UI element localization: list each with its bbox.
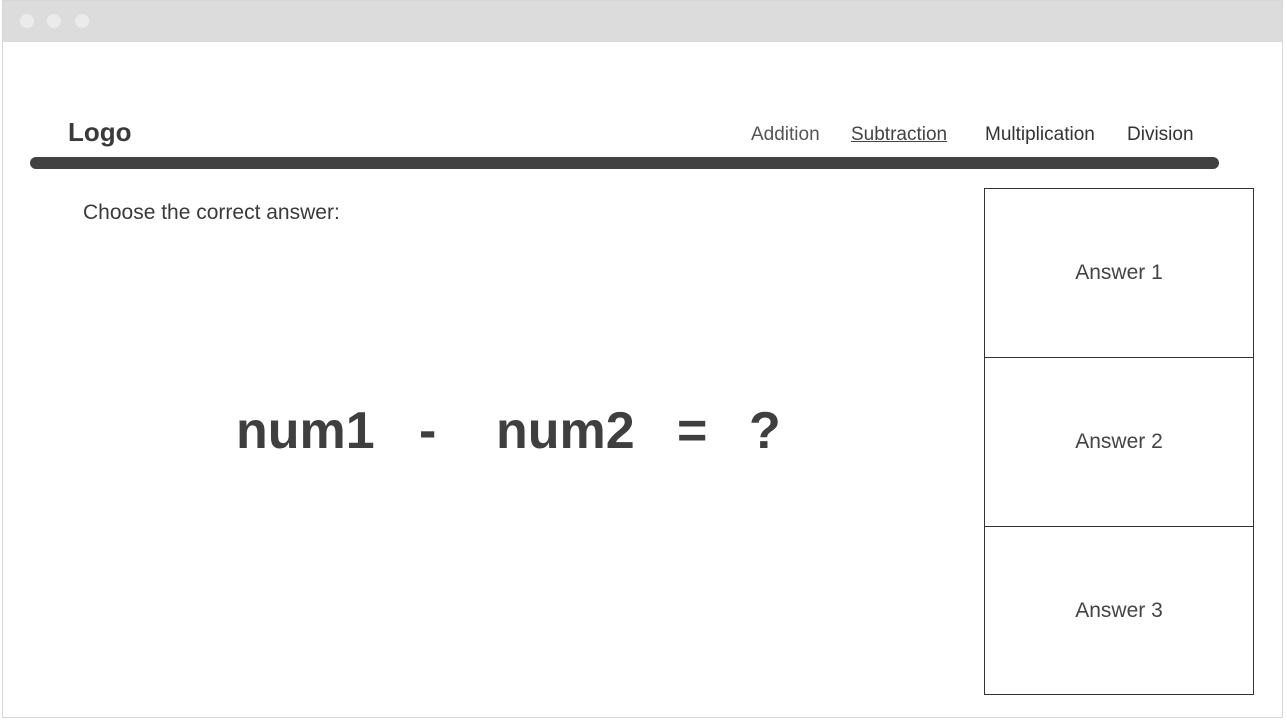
answer-1-button[interactable]: Answer 1 (985, 189, 1253, 358)
nav-division[interactable]: Division (1127, 124, 1194, 146)
window-maximize-button[interactable] (75, 14, 89, 28)
equation-operand-1: num1 (236, 402, 375, 460)
equation-equals: = (677, 402, 708, 460)
nav-multiplication[interactable]: Multiplication (985, 124, 1095, 146)
answer-3-button[interactable]: Answer 3 (985, 527, 1253, 694)
browser-window: Logo Addition Subtraction Multiplication… (2, 0, 1283, 718)
window-close-button[interactable] (20, 14, 34, 28)
nav-addition[interactable]: Addition (751, 124, 820, 146)
equation-operand-2: num2 (496, 402, 635, 460)
window-titlebar (3, 1, 1282, 42)
equation-result: ? (749, 402, 781, 460)
header-divider (30, 157, 1219, 169)
answer-2-button[interactable]: Answer 2 (985, 358, 1253, 527)
window-minimize-button[interactable] (47, 14, 61, 28)
answer-panel: Answer 1 Answer 2 Answer 3 (984, 188, 1254, 695)
equation-operator: - (419, 402, 437, 460)
instruction-text: Choose the correct answer: (83, 201, 340, 224)
logo[interactable]: Logo (68, 117, 132, 148)
nav-subtraction[interactable]: Subtraction (851, 124, 947, 146)
